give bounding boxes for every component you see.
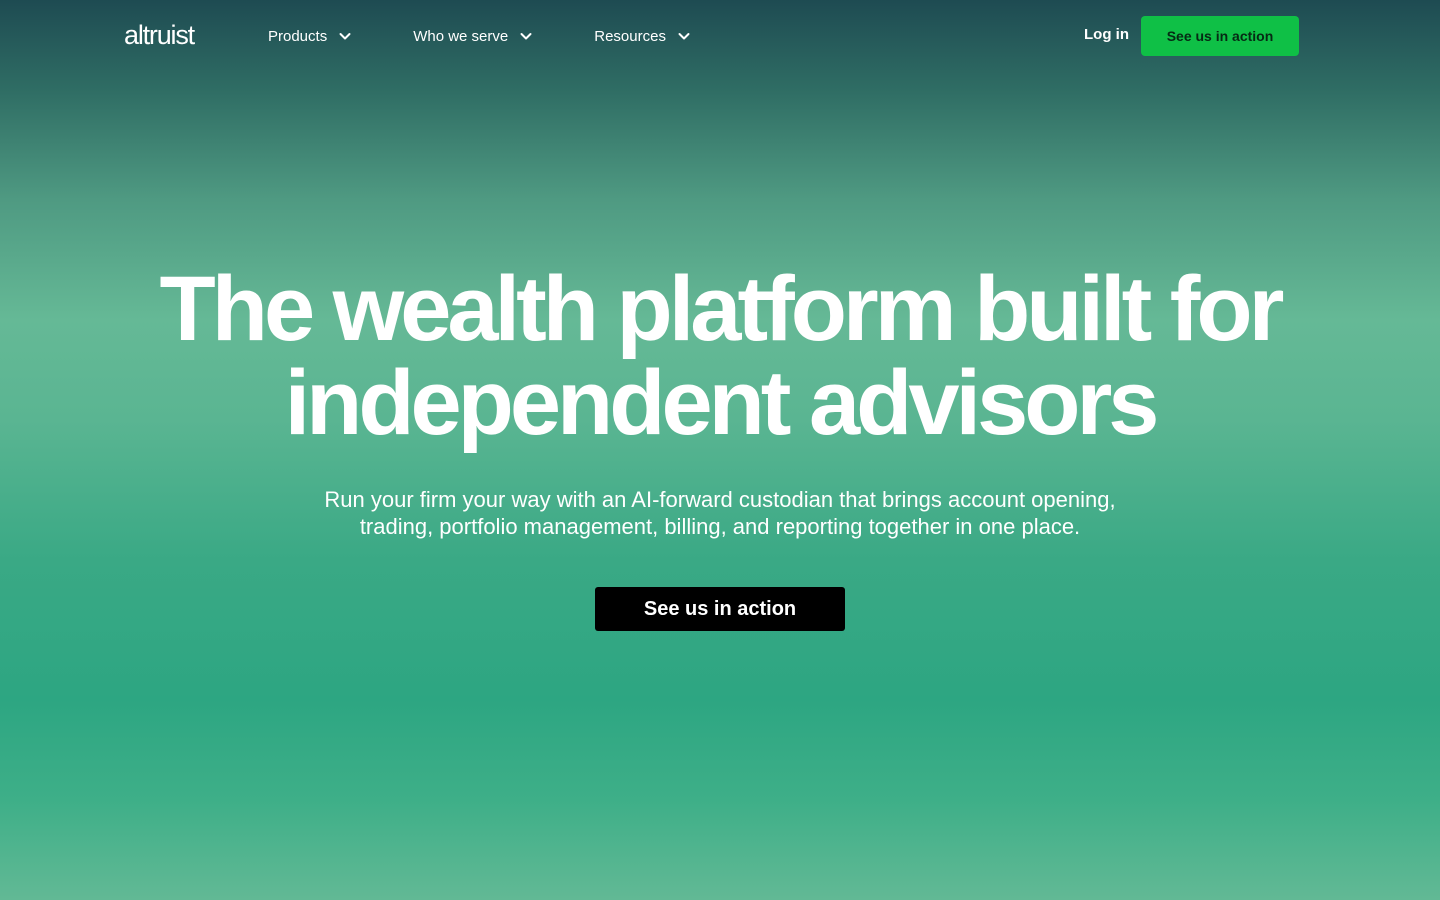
nav-item-label: Who we serve xyxy=(413,27,509,45)
nav-item-resources[interactable]: Resources xyxy=(594,28,692,45)
site-header: altruist Products Who we serve Resources xyxy=(0,0,1440,72)
hero-title: The wealth platform built for independen… xyxy=(0,262,1440,450)
login-link[interactable]: Log in xyxy=(1084,25,1129,45)
nav-item-label: Products xyxy=(268,27,328,45)
logo[interactable]: altruist xyxy=(124,20,195,50)
hero-subtitle-line: Run your firm your way with an AI-forwar… xyxy=(324,487,1116,512)
hero-subtitle-line: trading, portfolio management, billing, … xyxy=(359,514,1081,539)
main-nav: Products Who we serve Resources xyxy=(268,24,692,48)
page: altruist Products Who we serve Resources xyxy=(0,0,1440,900)
chevron-down-icon xyxy=(518,28,534,44)
nav-item-products[interactable]: Products xyxy=(268,28,353,45)
nav-item-label: Resources xyxy=(594,27,666,45)
chevron-down-icon xyxy=(337,28,353,44)
hero-title-line: independent advisors xyxy=(284,352,1160,454)
hero-subtitle: Run your firm your way with an AI-forwar… xyxy=(270,486,1170,540)
chevron-down-icon xyxy=(676,28,692,44)
nav-item-who-we-serve[interactable]: Who we serve xyxy=(413,28,534,45)
hero-title-line: The wealth platform built for xyxy=(159,258,1285,360)
see-us-in-action-button-hero[interactable]: See us in action xyxy=(595,587,845,631)
see-us-in-action-button-header[interactable]: See us in action xyxy=(1141,16,1299,56)
